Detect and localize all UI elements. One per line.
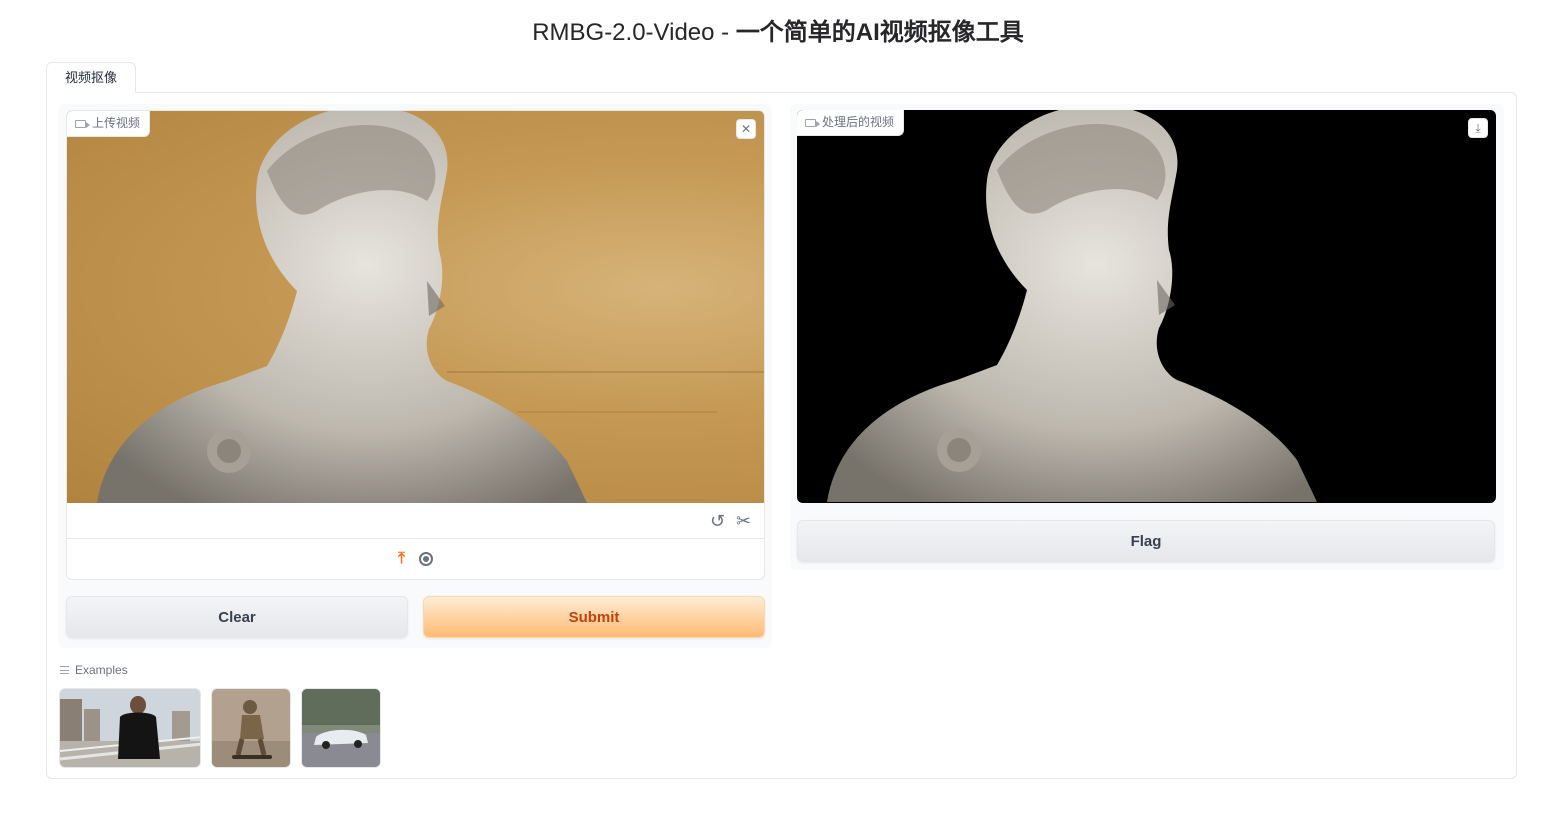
title-main: 一个简单的AI视频抠像工具: [735, 19, 1024, 46]
clear-button[interactable]: Clear: [66, 596, 408, 638]
video-camera-icon: [75, 119, 90, 128]
statue-image: [97, 111, 587, 503]
example-image-1: [60, 689, 200, 767]
video-camera-icon: [805, 118, 820, 127]
example-thumbnail-figure-on-skateboard[interactable]: [211, 688, 291, 768]
trim-toolbar: ↺ ✂: [67, 503, 764, 539]
list-icon: [60, 666, 69, 674]
page-title: RMBG-2.0-Video - 一个简单的AI视频抠像工具: [0, 12, 1556, 47]
example-thumbnail-man-on-bridge[interactable]: [59, 688, 201, 768]
output-video-player[interactable]: [797, 110, 1494, 502]
flag-button[interactable]: Flag: [797, 520, 1495, 562]
undo-icon[interactable]: ↺: [710, 511, 725, 532]
example-thumbnail-white-sports-car[interactable]: [301, 688, 381, 768]
close-icon[interactable]: ✕: [736, 119, 756, 139]
statue-image-matted: [827, 110, 1317, 502]
download-icon[interactable]: ⤓: [1468, 118, 1488, 138]
examples-header: Examples: [60, 663, 128, 677]
example-image-3: [302, 689, 380, 767]
output-video-label: 处理后的视频: [797, 110, 905, 136]
title-prefix: RMBG-2.0-Video -: [532, 19, 736, 46]
examples-label: Examples: [75, 663, 128, 677]
input-video-label-text: 上传视频: [92, 116, 141, 130]
webcam-icon[interactable]: [419, 552, 434, 566]
submit-button[interactable]: Submit: [423, 596, 765, 638]
example-image-2: [212, 689, 290, 767]
output-video-component: 处理后的视频 ⤓: [797, 110, 1496, 503]
upload-icon[interactable]: ⤒: [398, 550, 405, 568]
input-video-component: 上传视频 ✕ ↺ ✂ ⤒: [66, 110, 765, 580]
source-selector: ⤒: [67, 539, 764, 579]
input-video-player[interactable]: [67, 111, 764, 503]
scissors-icon[interactable]: ✂: [736, 511, 751, 532]
output-video-label-text: 处理后的视频: [822, 115, 895, 129]
input-video-label: 上传视频: [67, 111, 151, 137]
tab-video-matting[interactable]: 视频抠像: [46, 62, 136, 93]
